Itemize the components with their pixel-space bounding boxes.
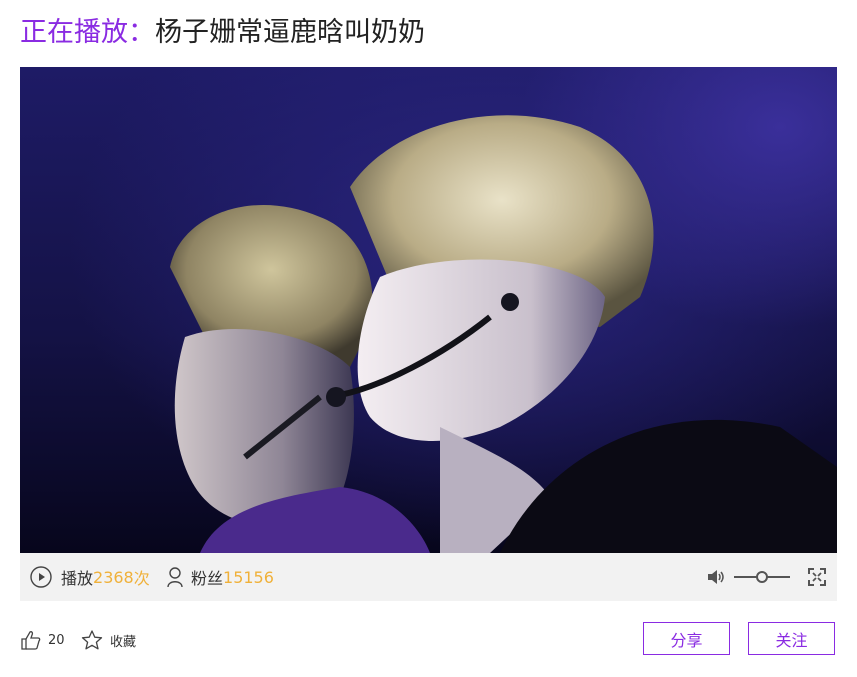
share-button[interactable]: 分享 — [643, 622, 730, 655]
play-count: 2368 — [93, 567, 134, 587]
fans-label: 粉丝 — [191, 569, 224, 588]
video-player[interactable] — [20, 67, 837, 553]
fans-stat: 粉丝 15156 — [166, 553, 274, 601]
favorite-label: 收藏 — [110, 634, 137, 650]
thumbs-up-icon[interactable] — [20, 629, 42, 651]
play-unit: 次 — [133, 569, 150, 588]
favorite-button[interactable]: 收藏 — [80, 624, 136, 656]
volume-icon[interactable] — [706, 568, 726, 586]
now-playing-label: 正在播放： — [20, 17, 155, 48]
like-button[interactable]: 20 — [20, 624, 65, 656]
video-frame — [170, 115, 837, 553]
fans-count: 15156 — [223, 567, 274, 587]
user-icon — [167, 567, 183, 588]
video-title: 杨子姗常逼鹿晗叫奶奶 — [155, 17, 425, 48]
volume-track[interactable] — [733, 569, 791, 585]
volume-knob[interactable] — [756, 571, 768, 583]
fullscreen-icon[interactable] — [807, 567, 827, 587]
fullscreen-button[interactable] — [807, 553, 827, 601]
volume-icon-wrap[interactable] — [706, 553, 726, 601]
page-title: 正在播放：杨子姗常逼鹿晗叫奶奶 — [20, 14, 425, 52]
star-icon[interactable] — [80, 629, 104, 651]
like-count: 20 — [48, 632, 65, 648]
play-label: 播放 — [61, 569, 94, 588]
volume-slider[interactable] — [733, 553, 791, 601]
play-stat: 播放 2368 次 — [30, 553, 150, 601]
play-circle-icon[interactable] — [30, 566, 52, 588]
follow-button[interactable]: 关注 — [748, 622, 835, 655]
control-bar: 播放 2368 次 粉丝 15156 — [20, 553, 837, 601]
